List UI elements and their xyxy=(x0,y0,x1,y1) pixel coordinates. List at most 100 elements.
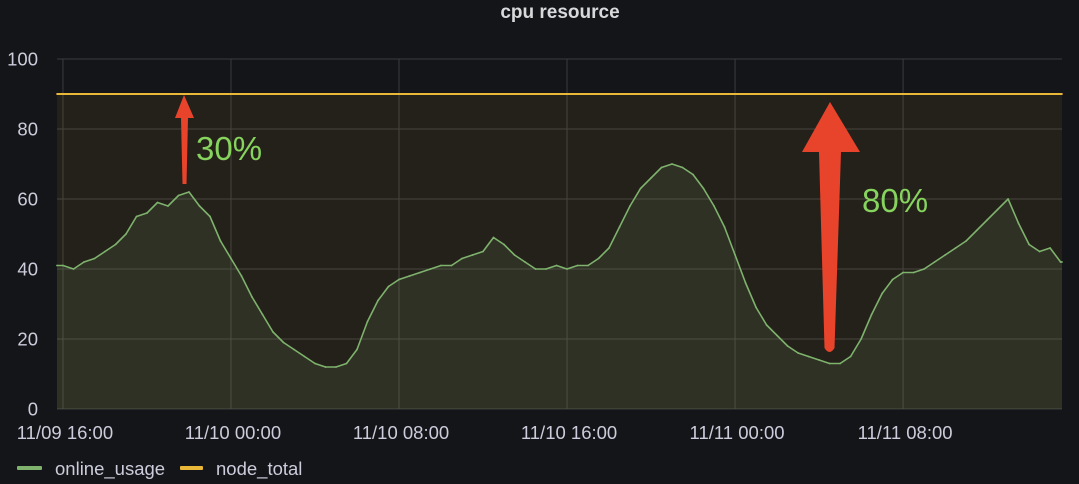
data-point-online-usage xyxy=(797,352,799,354)
data-point-online-usage xyxy=(765,324,768,326)
data-point-online-usage xyxy=(503,243,505,246)
data-point-online-usage xyxy=(366,320,369,323)
data-point-online-usage xyxy=(734,254,736,256)
data-point-online-usage xyxy=(114,243,117,246)
x-tick-label: 11/10 00:00 xyxy=(185,422,281,443)
data-point-online-usage xyxy=(1007,198,1009,200)
data-point-online-usage xyxy=(923,268,925,270)
data-point-online-usage xyxy=(125,233,127,235)
x-tick-label: 11/09 16:00 xyxy=(17,422,113,443)
data-point-online-usage xyxy=(629,205,631,207)
data-point-online-usage xyxy=(461,257,463,260)
panel-title[interactable]: cpu resource xyxy=(500,2,619,23)
data-point-online-usage xyxy=(902,271,904,274)
data-point-online-usage xyxy=(849,355,852,358)
data-point-online-usage xyxy=(219,240,222,242)
data-point-online-usage xyxy=(776,334,778,337)
data-point-online-usage xyxy=(933,261,936,263)
data-point-online-usage xyxy=(272,331,274,333)
legend-item-node-total[interactable]: node_total xyxy=(180,458,302,480)
data-point-online-usage xyxy=(576,264,579,267)
data-point-online-usage xyxy=(912,271,915,274)
data-point-online-usage xyxy=(440,264,442,267)
data-point-online-usage xyxy=(1017,222,1020,225)
data-point-online-usage xyxy=(870,313,873,316)
data-point-online-usage xyxy=(335,366,337,368)
data-point-online-usage xyxy=(1049,247,1051,249)
data-point-online-usage xyxy=(608,247,610,249)
data-point-online-usage xyxy=(881,292,883,295)
x-tick-label: 11/10 16:00 xyxy=(521,422,617,443)
data-point-online-usage xyxy=(377,299,379,302)
data-point-online-usage xyxy=(419,271,421,274)
data-point-online-usage xyxy=(303,355,306,358)
data-point-online-usage xyxy=(450,264,453,267)
y-tick-label: 0 xyxy=(28,399,38,420)
data-point-online-usage xyxy=(566,268,568,270)
data-point-online-usage xyxy=(429,268,432,270)
data-point-online-usage xyxy=(681,166,684,169)
data-point-online-usage xyxy=(545,268,547,270)
data-point-online-usage xyxy=(83,261,85,263)
data-point-online-usage xyxy=(839,362,841,365)
data-point-online-usage xyxy=(944,254,946,256)
x-tick-label: 11/11 08:00 xyxy=(858,422,953,443)
data-point-online-usage xyxy=(177,194,180,197)
data-point-online-usage xyxy=(156,201,159,204)
legend-swatch xyxy=(17,466,42,470)
y-tick-label: 20 xyxy=(17,329,38,350)
data-point-online-usage xyxy=(996,208,999,211)
annotation-label: 80% xyxy=(862,182,928,219)
data-point-online-usage xyxy=(755,306,757,309)
data-point-online-usage xyxy=(314,362,316,365)
data-point-online-usage xyxy=(261,313,264,316)
data-point-online-usage xyxy=(167,205,169,207)
data-point-online-usage xyxy=(482,250,484,253)
data-point-online-usage xyxy=(1061,261,1063,263)
annotation-label: 30% xyxy=(196,130,262,167)
cpu-resource-chart: cpu resource 020406080100 11/09 16:00 11/… xyxy=(7,2,1063,480)
data-point-online-usage xyxy=(818,359,820,361)
data-point-online-usage xyxy=(146,212,148,214)
data-point-online-usage xyxy=(398,278,400,281)
data-point-online-usage xyxy=(860,338,862,340)
y-tick-label: 100 xyxy=(7,49,38,70)
data-point-online-usage xyxy=(198,205,201,207)
data-point-online-usage xyxy=(986,219,988,221)
data-point-online-usage xyxy=(660,166,663,169)
data-point-online-usage xyxy=(597,257,600,260)
legend-item-online-usage[interactable]: online_usage xyxy=(17,458,165,480)
data-point-online-usage xyxy=(744,282,747,284)
data-point-online-usage xyxy=(492,236,495,239)
data-point-online-usage xyxy=(534,268,537,270)
data-point-online-usage xyxy=(1038,250,1041,253)
data-point-online-usage xyxy=(692,173,694,176)
data-point-online-usage xyxy=(671,163,673,165)
data-point-online-usage xyxy=(251,296,253,298)
data-point-online-usage xyxy=(702,187,705,190)
data-point-online-usage xyxy=(618,226,621,228)
data-point-online-usage xyxy=(786,345,789,347)
data-point-online-usage xyxy=(72,268,75,270)
data-point-online-usage xyxy=(1028,243,1030,246)
y-axis: 0 20 40 60 80 100 xyxy=(7,49,38,420)
data-point-online-usage xyxy=(188,191,190,193)
data-point-online-usage xyxy=(56,264,58,267)
data-point-node-total xyxy=(56,93,58,95)
data-point-online-usage xyxy=(293,348,295,351)
data-point-online-usage xyxy=(104,250,106,253)
data-point-online-usage xyxy=(975,229,978,232)
data-point-online-usage xyxy=(240,275,243,277)
data-point-online-usage xyxy=(230,257,232,260)
legend-label: online_usage xyxy=(55,458,165,480)
data-point-online-usage xyxy=(807,355,810,358)
x-axis: 11/09 16:00 11/10 00:00 11/10 08:00 11/10 1… xyxy=(17,422,953,443)
data-point-online-usage xyxy=(345,362,348,365)
cpu-resource-panel: cpu resource 0 20 40 60 80 100 11/09 16:00 11/… xyxy=(0,0,1079,484)
data-point-online-usage xyxy=(650,177,652,179)
x-tick-label: 11/10 08:00 xyxy=(353,422,449,443)
y-tick-label: 40 xyxy=(17,259,38,280)
data-point-online-usage xyxy=(324,366,327,368)
data-point-online-usage xyxy=(513,254,516,256)
data-point-online-usage xyxy=(954,247,957,249)
